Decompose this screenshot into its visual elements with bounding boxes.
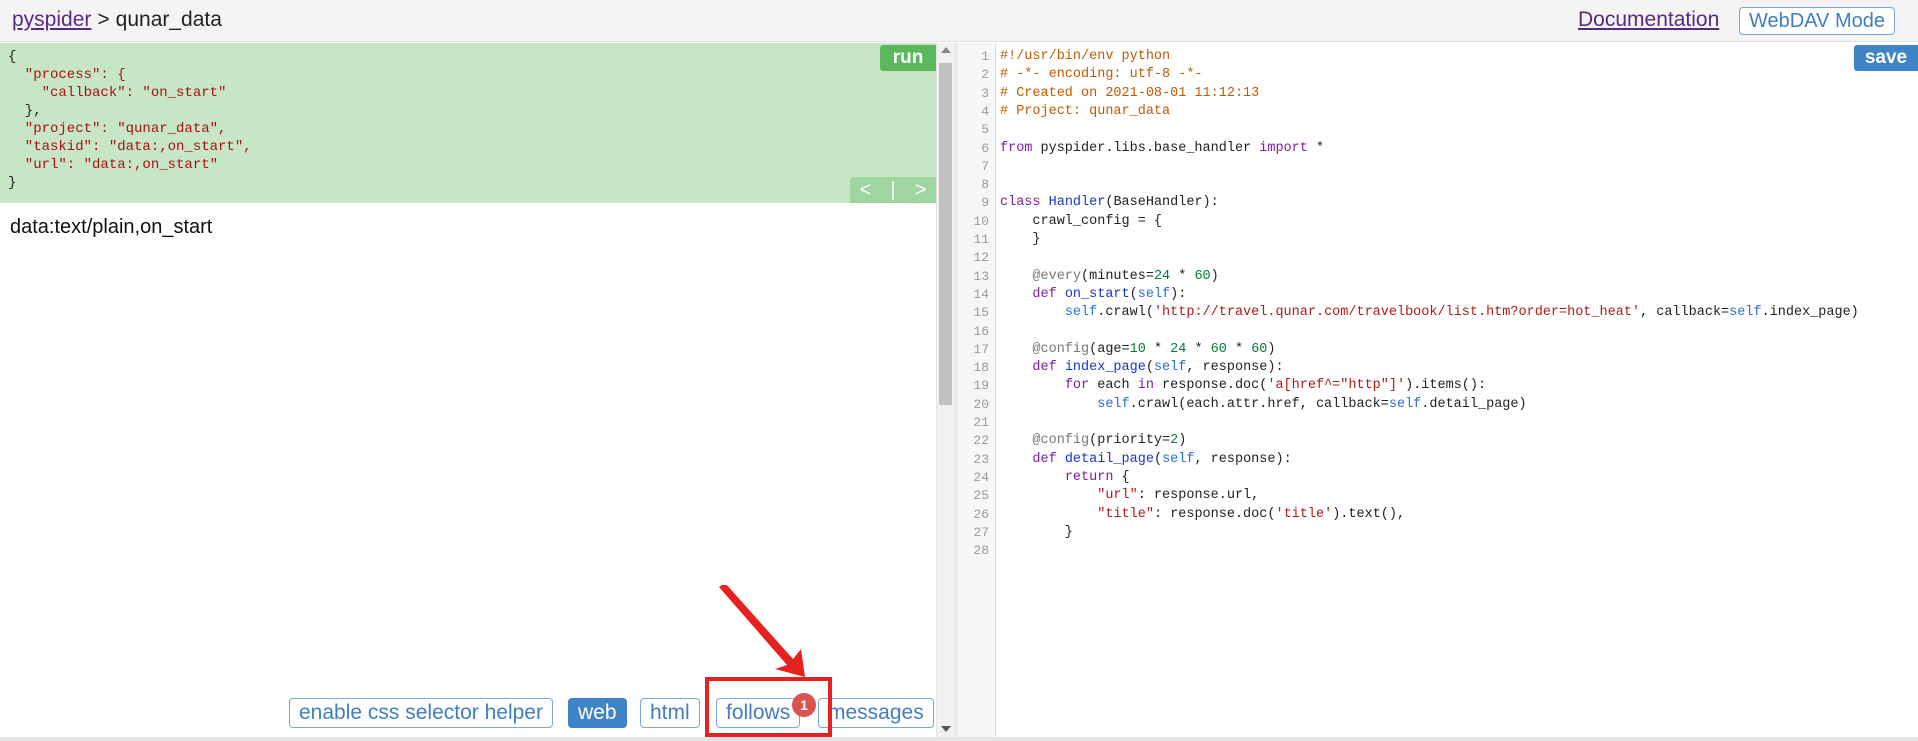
code-line: @config(priority=2) [1032,433,1187,449]
line-number: 11 [973,232,989,247]
code-line: def on_start(self): [1032,286,1187,302]
save-button[interactable]: save [1854,45,1918,71]
line-number: 9 [981,195,989,211]
code-line: #!/usr/bin/env python [1000,49,1171,64]
line-number: 24 [973,469,989,485]
line-number: 13 [973,268,989,284]
line-number: 19 [973,378,989,394]
scroll-up-arrow-icon[interactable] [941,47,951,53]
nav-divider: | [890,179,896,201]
line-number: 26 [973,506,989,522]
scroll-thumb[interactable] [939,63,952,405]
code-line: from pyspider.libs.base_handler import * [1000,140,1325,156]
top-header: pyspider > qunar_data Documentation WebDAV… [0,0,1918,42]
line-number: 17 [973,341,989,357]
task-json-view: { "process": { "callback": "on_start" },… [0,43,936,203]
line-number: 8 [981,177,989,193]
json-line: "process": { [8,67,126,83]
json-line: } [8,175,17,191]
json-line: { [8,49,17,65]
documentation-link[interactable]: Documentation [1578,8,1719,32]
line-number: 16 [973,323,989,339]
line-number: 20 [973,396,989,412]
tab-messages[interactable]: messages [818,698,934,728]
debug-panel-scrollbar[interactable] [936,43,954,737]
line-number: 27 [973,524,989,540]
line-number: 23 [973,451,989,467]
code-line: for each in response.doc('a[href^="http"… [1064,378,1487,394]
line-number: 2 [981,67,989,83]
breadcrumb-separator: > [97,8,110,31]
tab-web[interactable]: web [568,698,627,728]
code-line: crawl_config = { [1000,213,1163,229]
code-line: self.crawl(each.attr.href, callback=self… [1097,396,1527,412]
code-line: def index_page(self, response): [1032,360,1284,376]
json-line: "project": "qunar_data", [8,121,227,137]
line-number: 14 [973,286,989,302]
code-line: @every(minutes=24 * 60) [1032,268,1219,284]
line-number: 4 [981,103,989,119]
task-history-nav: < | > [850,177,936,203]
project-name: qunar_data [115,8,222,31]
line-number: 21 [973,415,989,430]
code-line: # Created on 2021-08-01 11:12:13 [1000,85,1260,101]
line-number: 5 [981,122,989,138]
enable-css-selector-helper-button[interactable]: enable css selector helper [289,698,553,728]
line-number: 18 [973,360,989,376]
code-line: } [1000,524,1073,540]
code-line: def detail_page(self, response): [1032,451,1292,467]
line-number-gutter: 1 2 3 4 5 6 7 8 9 10 11 12 13 14 15 16 17 18 19 20 21 22 23 24 2… [958,43,996,737]
line-number: 3 [981,85,989,101]
code-line: "url": response.url, [1097,488,1260,504]
bottom-border [0,737,1918,741]
scroll-down-arrow-icon[interactable] [941,726,951,732]
breadcrumb: pyspider > qunar_data [12,8,222,32]
line-number: 25 [973,488,989,504]
code-line: # Project: qunar_data [1000,103,1171,119]
line-number: 12 [973,250,989,266]
line-number: 1 [981,49,989,64]
tab-html[interactable]: html [640,698,700,728]
annotation-highlight-box [705,677,832,737]
result-content: data:text/plain,on_start [10,216,213,238]
line-number: 28 [973,543,989,559]
code-editor[interactable]: 1 2 3 4 5 6 7 8 9 10 11 12 13 14 15 16 17 18 19 20 21 22 23 24 2… [958,43,1918,737]
code-line: class Handler(BaseHandler): [1000,195,1219,211]
annotation-arrow [719,585,805,677]
line-number: 22 [973,433,989,449]
json-line: "callback": "on_start" [8,85,227,101]
next-task-button[interactable]: > [915,177,927,203]
code-line: @config(age=10 * 24 * 60 * 60) [1032,341,1276,357]
prev-task-button[interactable]: < [860,177,872,203]
webdav-mode-button[interactable]: WebDAV Mode [1739,7,1895,35]
line-number: 6 [981,140,989,156]
code-line: } [1000,232,1041,247]
json-line: }, [8,103,42,119]
code-line: self.crawl('http://travel.qunar.com/trav… [1064,305,1859,321]
json-line: "url": "data:,on_start" [8,157,219,173]
code-line: # -*- encoding: utf-8 -*- [1000,67,1203,83]
json-line: "taskid": "data:,on_start", [8,139,252,155]
breadcrumb-pyspider-link[interactable]: pyspider [12,8,91,31]
code-line: return { [1064,469,1130,485]
line-number: 7 [981,158,989,174]
line-number: 15 [973,305,989,321]
code-line: "title": response.doc('title').text(), [1097,506,1406,522]
run-button[interactable]: run [880,45,936,71]
line-number: 10 [973,213,989,229]
